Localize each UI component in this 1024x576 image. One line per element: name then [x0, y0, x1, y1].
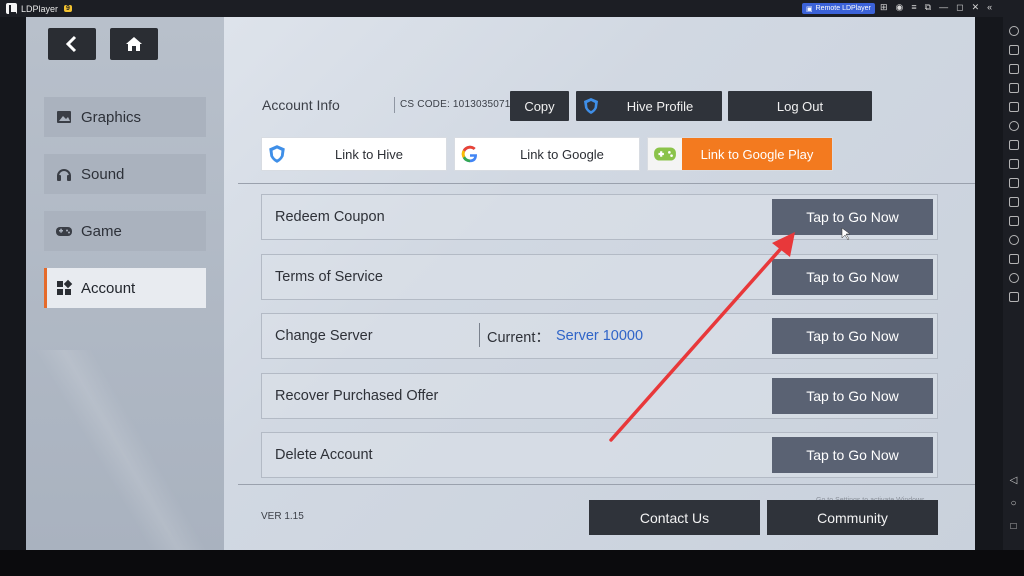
volume-down-icon[interactable]	[1008, 83, 1019, 93]
list-item-recover-purchased-offer: Recover Purchased Offer Tap to Go Now	[261, 373, 938, 419]
copy-label: Copy	[524, 98, 555, 114]
volume-up-icon[interactable]	[1008, 64, 1019, 74]
script-icon[interactable]	[1008, 216, 1019, 226]
sidebar-item-label: Sound	[81, 165, 125, 183]
list-item-redeem-coupon: Redeem Coupon Tap to Go Now	[261, 194, 938, 240]
change-server-button[interactable]: Tap to Go Now	[772, 318, 933, 354]
community-button[interactable]: Community	[767, 500, 938, 535]
recent-apps-icon[interactable]: □	[1010, 521, 1016, 532]
link-google-label: Link to Google	[520, 146, 604, 162]
folder-icon[interactable]	[1008, 254, 1019, 264]
operation-icon[interactable]	[1008, 235, 1019, 245]
recover-purchased-offer-button[interactable]: Tap to Go Now	[772, 378, 933, 414]
list-item-delete-account: Delete Account Tap to Go Now	[261, 432, 938, 478]
app-logo: LDPlayer 9	[0, 3, 72, 14]
row-label: Redeem Coupon	[275, 209, 385, 225]
sidebar-item-sound[interactable]: Sound	[44, 154, 206, 194]
divider	[238, 484, 975, 485]
gamepad-icon[interactable]: ⊞	[880, 2, 888, 13]
remote-label: Remote LDPlayer	[815, 5, 871, 12]
current-server-label: Current：	[487, 329, 550, 346]
emulator-toolbar: ◁ ○ □	[1003, 17, 1024, 550]
close-icon[interactable]: ✕	[972, 2, 980, 13]
keyboard-icon[interactable]	[1008, 45, 1019, 55]
current-server-value: Server 10000	[556, 328, 644, 344]
game-screen: Graphics Sound Game Account Account Info…	[26, 17, 975, 550]
terms-of-service-button[interactable]: Tap to Go Now	[772, 259, 933, 295]
record-icon[interactable]	[1008, 197, 1019, 207]
gamepad-icon	[56, 227, 72, 236]
menu-icon[interactable]: ≡	[911, 2, 916, 13]
cs-code: CS CODE: 10130350719	[400, 99, 517, 110]
sidebar-item-label: Game	[81, 222, 122, 240]
hive-shield-icon	[262, 137, 292, 171]
account-info-title: Account Info	[262, 97, 340, 113]
home-icon	[126, 37, 142, 51]
account-panel: Account Info CS CODE: 10130350719 Copy H…	[238, 17, 975, 550]
window-controls: ⊞ ◉ ≡ ⧉ — ◻ ✕ «	[880, 2, 992, 13]
row-label: Recover Purchased Offer	[275, 388, 439, 404]
sidebar-item-account[interactable]: Account	[44, 268, 206, 308]
back-triangle-icon[interactable]: ◁	[1010, 475, 1018, 486]
sidebar-item-label: Graphics	[81, 108, 142, 126]
hive-profile-label: Hive Profile	[626, 98, 694, 114]
divider	[479, 323, 480, 347]
contact-us-button[interactable]: Contact Us	[589, 500, 760, 535]
collapse-icon[interactable]: «	[987, 2, 992, 13]
link-hive-button[interactable]: Link to Hive	[261, 137, 447, 171]
link-google-button[interactable]: Link to Google	[454, 137, 640, 171]
sidebar-item-label: Account	[81, 279, 136, 297]
remote-button[interactable]: ▣ Remote LDPlayer	[802, 3, 875, 14]
emulator-window: LDPlayer 9 ▣ Remote LDPlayer ⊞ ◉ ≡ ⧉ — ◻…	[0, 0, 1024, 576]
home-button[interactable]	[110, 28, 158, 60]
rotate-icon[interactable]	[1008, 292, 1019, 302]
logout-button[interactable]: Log Out	[728, 91, 872, 121]
location-icon[interactable]	[1008, 273, 1019, 283]
fullscreen-icon[interactable]	[1008, 102, 1019, 112]
image-icon	[57, 111, 71, 123]
link-hive-label: Link to Hive	[335, 146, 403, 162]
hive-profile-button[interactable]: Hive Profile	[576, 91, 722, 121]
copy-button[interactable]: Copy	[510, 91, 569, 121]
row-label: Delete Account	[275, 447, 373, 463]
multi-instance-icon[interactable]	[1008, 159, 1019, 169]
link-google-play-button[interactable]: Link to Google Play	[647, 137, 833, 171]
settings-icon[interactable]	[1008, 26, 1019, 36]
ldplayer-icon	[6, 3, 17, 14]
maximize-icon[interactable]: ◻	[956, 2, 963, 13]
delete-account-button[interactable]: Tap to Go Now	[772, 437, 933, 473]
grid-icon	[57, 279, 73, 295]
divider	[238, 183, 975, 184]
row-label: Terms of Service	[275, 269, 383, 285]
bottom-bar	[0, 550, 1024, 576]
back-button[interactable]	[48, 28, 96, 60]
chevron-left-icon	[65, 35, 77, 53]
redeem-coupon-button[interactable]: Tap to Go Now	[772, 199, 933, 235]
minimize-icon[interactable]: —	[939, 2, 948, 13]
emulator-titlebar: LDPlayer 9 ▣ Remote LDPlayer ⊞ ◉ ≡ ⧉ — ◻…	[0, 0, 1024, 17]
list-item-terms-of-service: Terms of Service Tap to Go Now	[261, 254, 938, 300]
app-name: LDPlayer	[21, 3, 59, 14]
headphones-icon	[57, 169, 71, 181]
version-label: VER 1.15	[261, 511, 304, 522]
version-badge: 9	[64, 5, 72, 12]
list-item-change-server: Change Server Current： Server 10000 Tap …	[261, 313, 938, 359]
restore-icon[interactable]: ⧉	[925, 2, 931, 13]
apk-icon[interactable]	[1008, 140, 1019, 150]
account-icon[interactable]: ◉	[896, 2, 904, 13]
logout-label: Log Out	[776, 98, 824, 114]
scissors-icon[interactable]	[1008, 178, 1019, 188]
android-nav: ◁ ○ □	[1010, 475, 1018, 532]
hive-shield-icon	[584, 98, 598, 114]
remote-icon: ▣	[806, 5, 813, 13]
divider	[394, 97, 395, 113]
link-google-play-label: Link to Google Play	[682, 138, 832, 170]
home-circle-icon[interactable]: ○	[1010, 498, 1016, 509]
google-play-games-icon	[648, 137, 682, 171]
google-icon	[455, 137, 485, 171]
sync-icon[interactable]	[1008, 121, 1019, 131]
sidebar-item-game[interactable]: Game	[44, 211, 206, 251]
row-label: Change Server	[275, 328, 373, 344]
sidebar-item-graphics[interactable]: Graphics	[44, 97, 206, 137]
